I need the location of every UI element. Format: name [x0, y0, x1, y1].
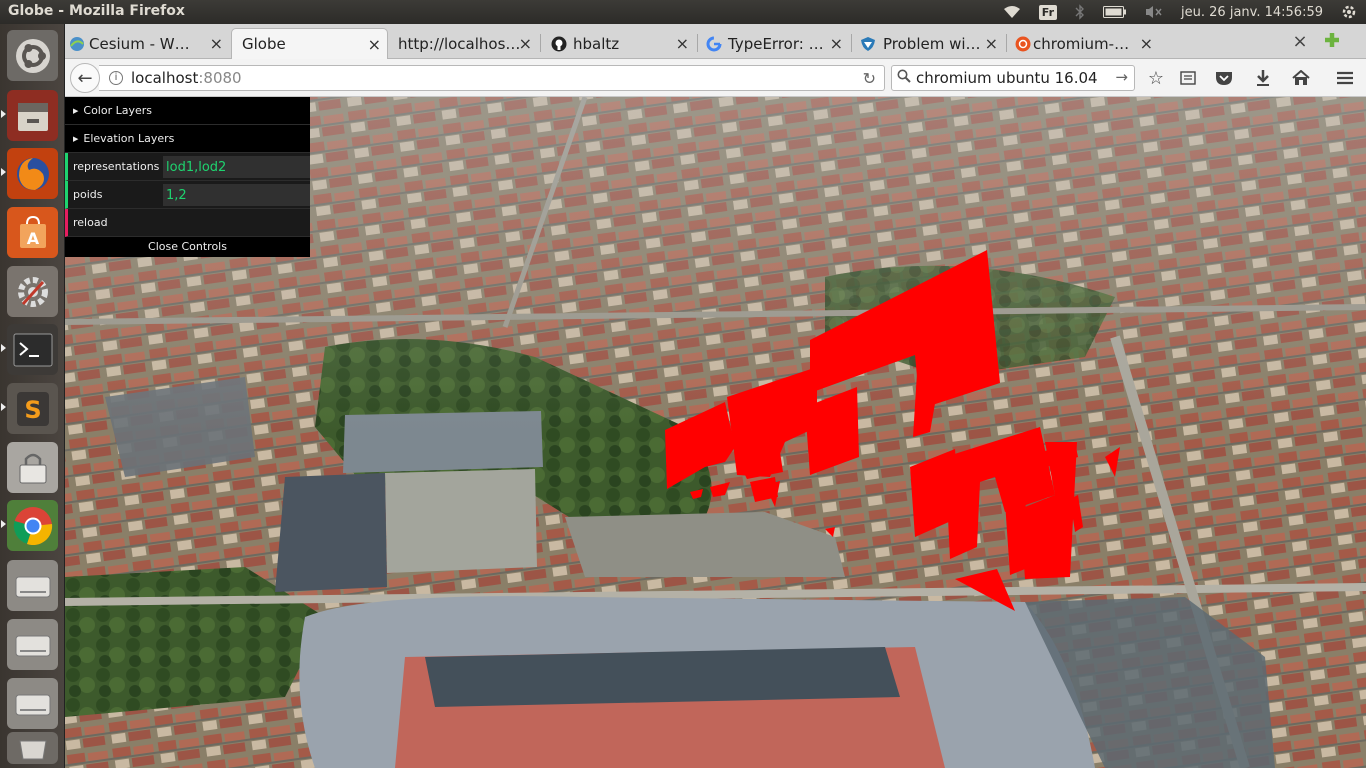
tab-close-icon[interactable]: ×: [519, 34, 532, 53]
downloads-icon[interactable]: [1252, 67, 1274, 89]
representations-label: representations: [73, 160, 160, 173]
tab-title: Globe: [242, 35, 286, 53]
expand-triangle-icon: ▶: [73, 106, 79, 115]
clock[interactable]: jeu. 26 janv. 14:56:59: [1181, 5, 1323, 20]
back-button[interactable]: ←: [70, 63, 100, 93]
elevation-layers-folder[interactable]: ▶ Elevation Layers: [65, 125, 310, 153]
expand-triangle-icon: ▶: [73, 134, 79, 143]
search-bar[interactable]: chromium ubuntu 16.04 →: [891, 65, 1135, 91]
tab-bar: Cesium - W… × Globe × http://localhos… ×…: [65, 24, 1366, 59]
elevation-layers-label: Elevation Layers: [83, 132, 175, 145]
keyboard-layout-indicator[interactable]: Fr: [1038, 4, 1058, 20]
url-port: :8080: [198, 69, 242, 87]
search-icon: [897, 69, 911, 87]
tab-globe[interactable]: Globe ×: [231, 28, 388, 59]
new-tab-plus-icon[interactable]: [1321, 29, 1343, 51]
bookmark-star-icon[interactable]: ☆: [1145, 67, 1167, 89]
reading-list-icon[interactable]: [1177, 67, 1199, 89]
tab-separator: [540, 34, 541, 52]
tab-typeerror[interactable]: TypeError: … ×: [700, 28, 849, 59]
github-icon: [551, 36, 567, 52]
representations-input[interactable]: [163, 156, 310, 178]
lock-screen-icon[interactable]: [7, 442, 58, 493]
files-icon[interactable]: [1, 90, 58, 141]
google-icon: [706, 36, 722, 52]
wifi-icon[interactable]: [1003, 5, 1021, 19]
drive-1-icon[interactable]: [7, 560, 58, 611]
url-bar[interactable]: i localhost:8080 ↻: [99, 65, 885, 91]
pocket-icon[interactable]: [1213, 67, 1235, 89]
tab-title: hbaltz: [573, 34, 620, 53]
menu-hamburger-icon[interactable]: [1334, 67, 1356, 89]
navigation-bar: i localhost:8080 ↻ ← chromium ubuntu 16.…: [65, 59, 1366, 97]
poids-control: poids: [65, 181, 310, 209]
poids-input[interactable]: [163, 184, 310, 206]
tab-close-icon[interactable]: ×: [368, 35, 381, 54]
keyboard-layout-label: Fr: [1038, 4, 1058, 20]
svg-text:A: A: [26, 229, 39, 248]
reload-label: reload: [73, 216, 108, 229]
controls-panel: ▶ Color Layers ▶ Elevation Layers repres…: [65, 97, 310, 257]
bluetooth-icon[interactable]: [1075, 4, 1085, 20]
poids-label: poids: [73, 188, 103, 201]
home-icon[interactable]: [1290, 67, 1312, 89]
tab-close-icon[interactable]: ×: [210, 34, 223, 53]
launcher: A S: [0, 24, 65, 768]
tab-problem[interactable]: Problem wi… ×: [854, 28, 1004, 59]
tab-title: http://localhos…: [398, 34, 521, 53]
reload-button[interactable]: reload: [65, 209, 310, 237]
color-layers-label: Color Layers: [83, 104, 153, 117]
firefox-icon[interactable]: [1, 148, 58, 199]
cesium-favicon-icon: [70, 37, 84, 51]
tab-cesium[interactable]: Cesium - W… ×: [65, 28, 229, 59]
top-panel: Globe - Mozilla Firefox Fr jeu. 26 janv.…: [0, 0, 1366, 24]
ubuntu-favicon-icon: [1015, 36, 1031, 52]
chromium-icon[interactable]: [1, 500, 58, 551]
window-title: Globe - Mozilla Firefox: [8, 3, 185, 19]
software-center-icon[interactable]: A: [7, 207, 58, 258]
sublime-text-icon[interactable]: S: [1, 383, 58, 434]
color-layers-folder[interactable]: ▶ Color Layers: [65, 97, 310, 125]
tab-title: Problem wi…: [883, 34, 981, 53]
svg-text:S: S: [24, 396, 41, 424]
ubuntu-dash-icon[interactable]: [7, 30, 58, 81]
search-value: chromium ubuntu 16.04: [916, 69, 1098, 87]
tab-title: Cesium - W…: [89, 34, 190, 53]
reload-icon[interactable]: ↻: [863, 69, 876, 88]
tab-separator: [1006, 34, 1007, 52]
tab-title: chromium-…: [1033, 34, 1130, 53]
tab-close-icon[interactable]: ×: [830, 34, 843, 53]
shield-favicon-icon: [861, 37, 875, 51]
drive-2-icon[interactable]: [7, 619, 58, 670]
tab-title: TypeError: …: [728, 34, 824, 53]
tab-localhost[interactable]: http://localhos… ×: [390, 28, 538, 59]
url-host: localhost: [131, 69, 199, 87]
tab-hbaltz[interactable]: hbaltz ×: [543, 28, 695, 59]
volume-muted-icon[interactable]: [1145, 5, 1163, 19]
system-settings-icon[interactable]: [7, 266, 58, 317]
battery-icon[interactable]: [1103, 6, 1127, 18]
tab-close-icon[interactable]: ×: [1140, 34, 1153, 53]
back-arrow-icon: ←: [77, 67, 93, 89]
close-window-icon[interactable]: ×: [1289, 30, 1311, 52]
tab-chromium[interactable]: chromium-… ×: [1009, 28, 1159, 59]
tab-separator: [697, 34, 698, 52]
close-controls-button[interactable]: Close Controls: [65, 237, 310, 257]
representations-control: representations: [65, 153, 310, 181]
tab-separator: [851, 34, 852, 52]
session-gear-icon[interactable]: [1341, 4, 1357, 20]
search-go-icon[interactable]: →: [1115, 68, 1128, 86]
terminal-icon[interactable]: [1, 324, 58, 375]
tab-close-icon[interactable]: ×: [985, 34, 998, 53]
trash-icon[interactable]: [7, 732, 58, 764]
drive-3-icon[interactable]: [7, 678, 58, 729]
tab-close-icon[interactable]: ×: [676, 34, 689, 53]
info-icon[interactable]: i: [109, 71, 123, 85]
indicators: Fr jeu. 26 janv. 14:56:59: [994, 0, 1366, 24]
